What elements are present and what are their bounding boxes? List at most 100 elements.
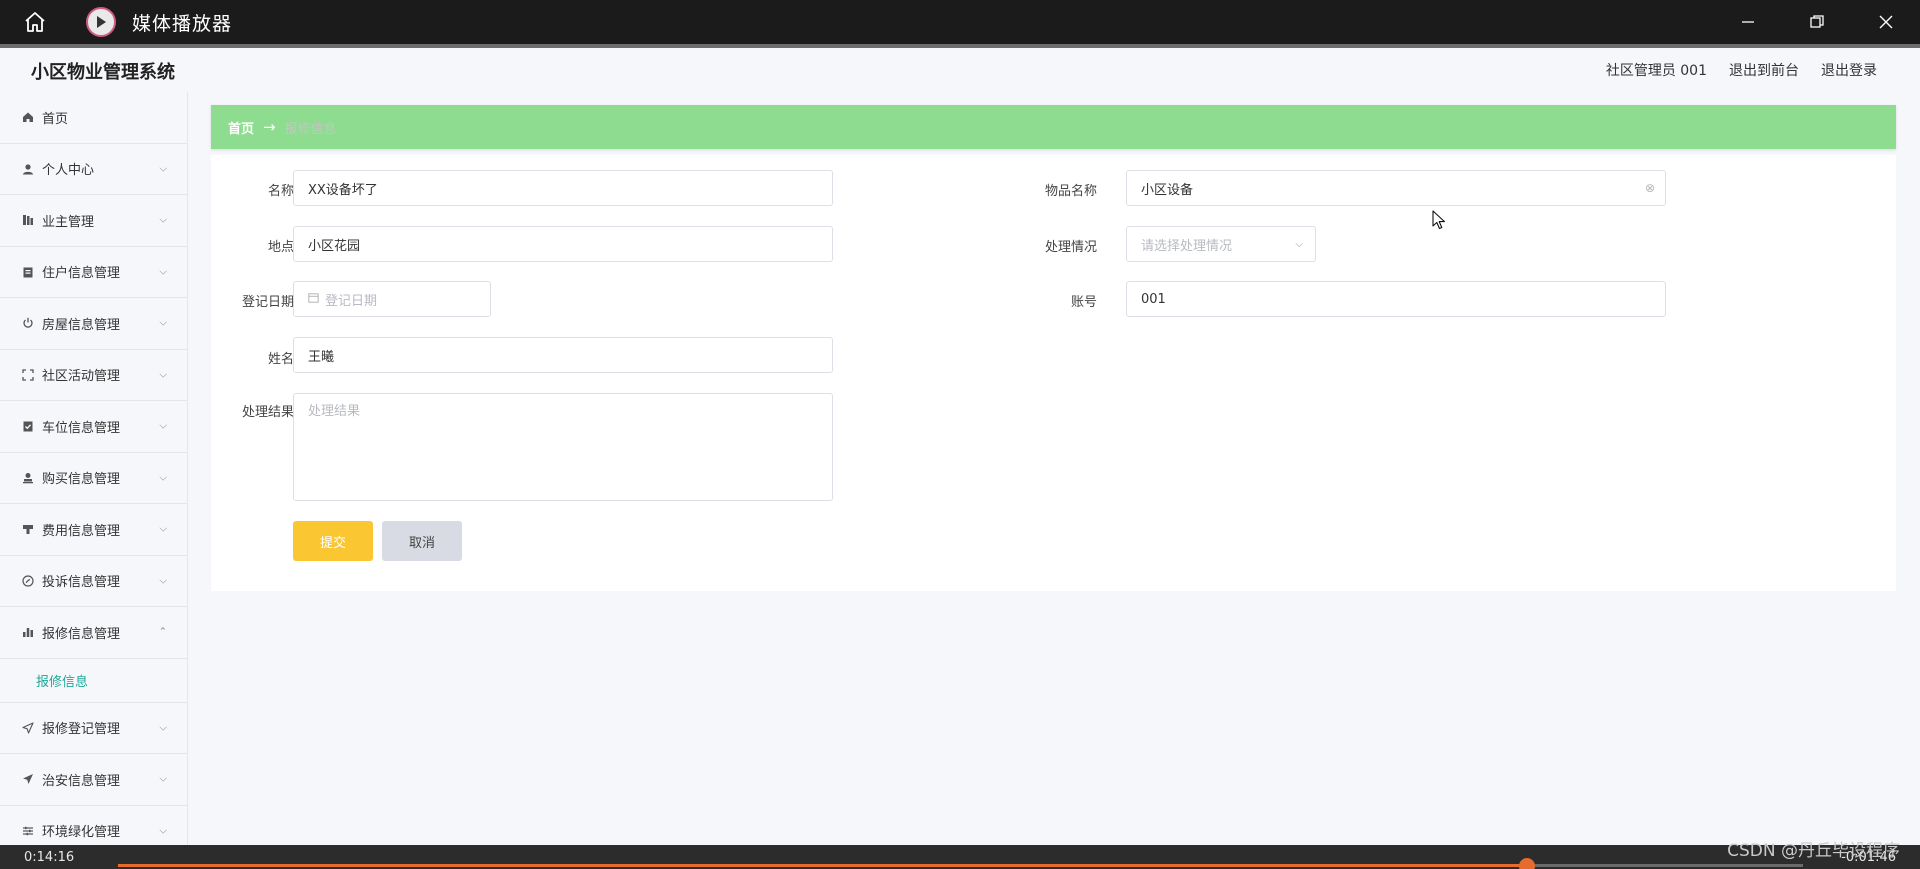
watermark: CSDN @丹丘毕设程序 — [1727, 841, 1900, 861]
result-label: 处理结果 — [241, 405, 294, 420]
cancel-button[interactable]: 取消 — [382, 521, 462, 561]
sidebar-item-house-info[interactable]: 房屋信息管理 ⌵ — [0, 298, 187, 350]
item-name-input-value: 小区设备 — [1141, 182, 1194, 198]
chevron-down-icon: ⌵ — [159, 722, 167, 734]
player-title: 媒体播放器 — [132, 12, 233, 35]
sidebar-item-label: 首页 — [42, 111, 69, 127]
calendar-icon — [308, 292, 319, 306]
seek-handle[interactable] — [1518, 858, 1535, 869]
person-name-input[interactable]: 王曦 — [293, 337, 833, 373]
chevron-down-icon: ⌵ — [159, 472, 167, 484]
name-label: 名称 — [267, 184, 294, 199]
sidebar-item-environment-greening[interactable]: 环境绿化管理 ⌵ — [0, 806, 187, 846]
account-input-value: 001 — [1141, 291, 1166, 307]
sidebar-item-label: 购买信息管理 — [42, 472, 121, 488]
clipboard-check-icon — [22, 420, 34, 432]
logout-link[interactable]: 退出登录 — [1821, 60, 1877, 80]
sidebar-item-label: 治安信息管理 — [42, 773, 121, 789]
sidebar-item-parking-info[interactable]: 车位信息管理 ⌵ — [0, 401, 187, 453]
seek-bar-progress — [118, 864, 1527, 867]
location-input[interactable]: 小区花园 — [293, 226, 833, 262]
sidebar-subitem-repair-info[interactable]: 报修信息 — [0, 659, 187, 703]
chevron-down-icon: ⌵ — [159, 773, 167, 785]
media-player-titlebar: 媒体播放器 — [0, 0, 1920, 44]
status-select[interactable]: 请选择处理情况 ⌵ — [1126, 226, 1316, 262]
sidebar-item-label: 报修信息管理 — [42, 626, 121, 642]
arrow-right-icon: → — [263, 118, 276, 136]
location-input-value: 小区花园 — [308, 238, 361, 254]
chevron-down-icon: ⌵ — [159, 825, 167, 837]
sidebar-item-label: 环境绿化管理 — [42, 825, 121, 841]
tag-icon — [22, 523, 34, 535]
breadcrumb-current: 报修信息 — [284, 121, 337, 137]
account-label: 账号 — [1070, 295, 1097, 310]
sidebar-item-repair-info[interactable]: 报修信息管理 ⌃ — [0, 607, 187, 659]
sidebar-item-resident-info[interactable]: 住户信息管理 ⌵ — [0, 247, 187, 298]
breadcrumb-home-link[interactable]: 首页 — [228, 118, 254, 137]
sidebar-item-complaint-info[interactable]: 投诉信息管理 ⌵ — [0, 556, 187, 607]
account-input[interactable]: 001 — [1126, 281, 1666, 317]
sidebar-menu: 首页 个人中心 ⌵ 业主管理 ⌵ 住户信息管理 ⌵ 房屋信息管理 ⌵ 社区活动管… — [0, 92, 188, 845]
person-name-label: 姓名 — [267, 352, 294, 367]
restore-button[interactable] — [1782, 0, 1851, 44]
repair-info-form: 名称 XX设备坏了 物品名称 小区设备 ⊗ 地点 小区花园 处理情况 请选择处理… — [211, 155, 1896, 591]
restore-icon — [1809, 15, 1824, 28]
location-label: 地点 — [267, 240, 294, 255]
name-input[interactable]: XX设备坏了 — [293, 170, 833, 206]
chevron-down-icon: ⌵ — [159, 575, 167, 587]
sidebar-item-personal-center[interactable]: 个人中心 ⌵ — [0, 144, 187, 195]
breadcrumb: 首页 → 报修信息 — [211, 105, 1896, 149]
minimize-button[interactable] — [1713, 0, 1782, 44]
submit-button[interactable]: 提交 — [293, 521, 373, 561]
current-user-label: 社区管理员 001 — [1605, 63, 1707, 79]
sidebar-item-label: 住户信息管理 — [42, 266, 121, 282]
bar-chart-icon — [22, 626, 34, 638]
chevron-down-icon: ⌵ — [159, 163, 167, 175]
sidebar-item-fee-info[interactable]: 费用信息管理 ⌵ — [0, 504, 187, 556]
date-picker[interactable]: 登记日期 — [293, 281, 491, 317]
sidebar-item-security-info[interactable]: 治安信息管理 ⌵ — [0, 754, 187, 806]
sidebar-item-label: 投诉信息管理 — [42, 575, 121, 591]
app-header: 小区物业管理系统 社区管理员 001 退出到前台 退出登录 — [0, 48, 1920, 92]
sidebar-item-label: 个人中心 — [42, 163, 95, 179]
sidebar-item-label: 房屋信息管理 — [42, 317, 121, 333]
home-icon — [25, 12, 45, 32]
status-select-placeholder: 请选择处理情况 — [1141, 238, 1233, 254]
date-label: 登记日期 — [241, 295, 294, 310]
app-title: 小区物业管理系统 — [31, 62, 175, 83]
close-button[interactable] — [1851, 0, 1920, 44]
sidebar-item-home[interactable]: 首页 — [0, 92, 187, 144]
chevron-down-icon: ⌵ — [159, 317, 167, 329]
sidebar-item-label: 报修登记管理 — [42, 722, 121, 738]
close-icon — [1879, 15, 1892, 29]
minimize-icon — [1741, 21, 1754, 23]
item-name-input[interactable]: 小区设备 ⊗ — [1126, 170, 1666, 206]
seek-bar[interactable] — [118, 858, 1803, 869]
chevron-down-icon: ⌵ — [159, 523, 167, 535]
clear-circle-icon[interactable]: ⊗ — [1645, 181, 1655, 195]
sidebar-item-community-activity[interactable]: 社区活动管理 ⌵ — [0, 350, 187, 401]
clipboard-icon — [22, 266, 34, 278]
back-to-front-link[interactable]: 退出到前台 — [1729, 60, 1799, 80]
compass-icon — [22, 575, 34, 587]
date-picker-placeholder: 登记日期 — [325, 293, 378, 309]
sidebar-item-label: 业主管理 — [42, 214, 95, 230]
sidebar-item-repair-registration[interactable]: 报修登记管理 ⌵ — [0, 703, 187, 754]
user-icon — [22, 163, 34, 175]
sidebar-item-label: 社区活动管理 — [42, 369, 121, 385]
media-player-logo — [86, 7, 116, 37]
chevron-down-icon: ⌵ — [159, 266, 167, 278]
result-textarea-placeholder: 处理结果 — [308, 404, 361, 419]
sidebar-item-purchase-info[interactable]: 购买信息管理 ⌵ — [0, 453, 187, 504]
chevron-down-icon: ⌵ — [1295, 238, 1303, 250]
home-button[interactable] — [0, 0, 70, 44]
elapsed-time: 0:14:16 — [24, 850, 75, 865]
item-name-label: 物品名称 — [1044, 184, 1097, 199]
mouse-cursor-icon — [1432, 210, 1446, 230]
sidebar-item-owner-management[interactable]: 业主管理 ⌵ — [0, 195, 187, 247]
media-player-controls: 0:14:16 -0:01:46 — [0, 845, 1920, 869]
building-icon — [22, 214, 34, 226]
result-textarea[interactable]: 处理结果 — [293, 393, 833, 501]
chevron-down-icon: ⌵ — [159, 214, 167, 226]
person-name-input-value: 王曦 — [308, 349, 335, 365]
